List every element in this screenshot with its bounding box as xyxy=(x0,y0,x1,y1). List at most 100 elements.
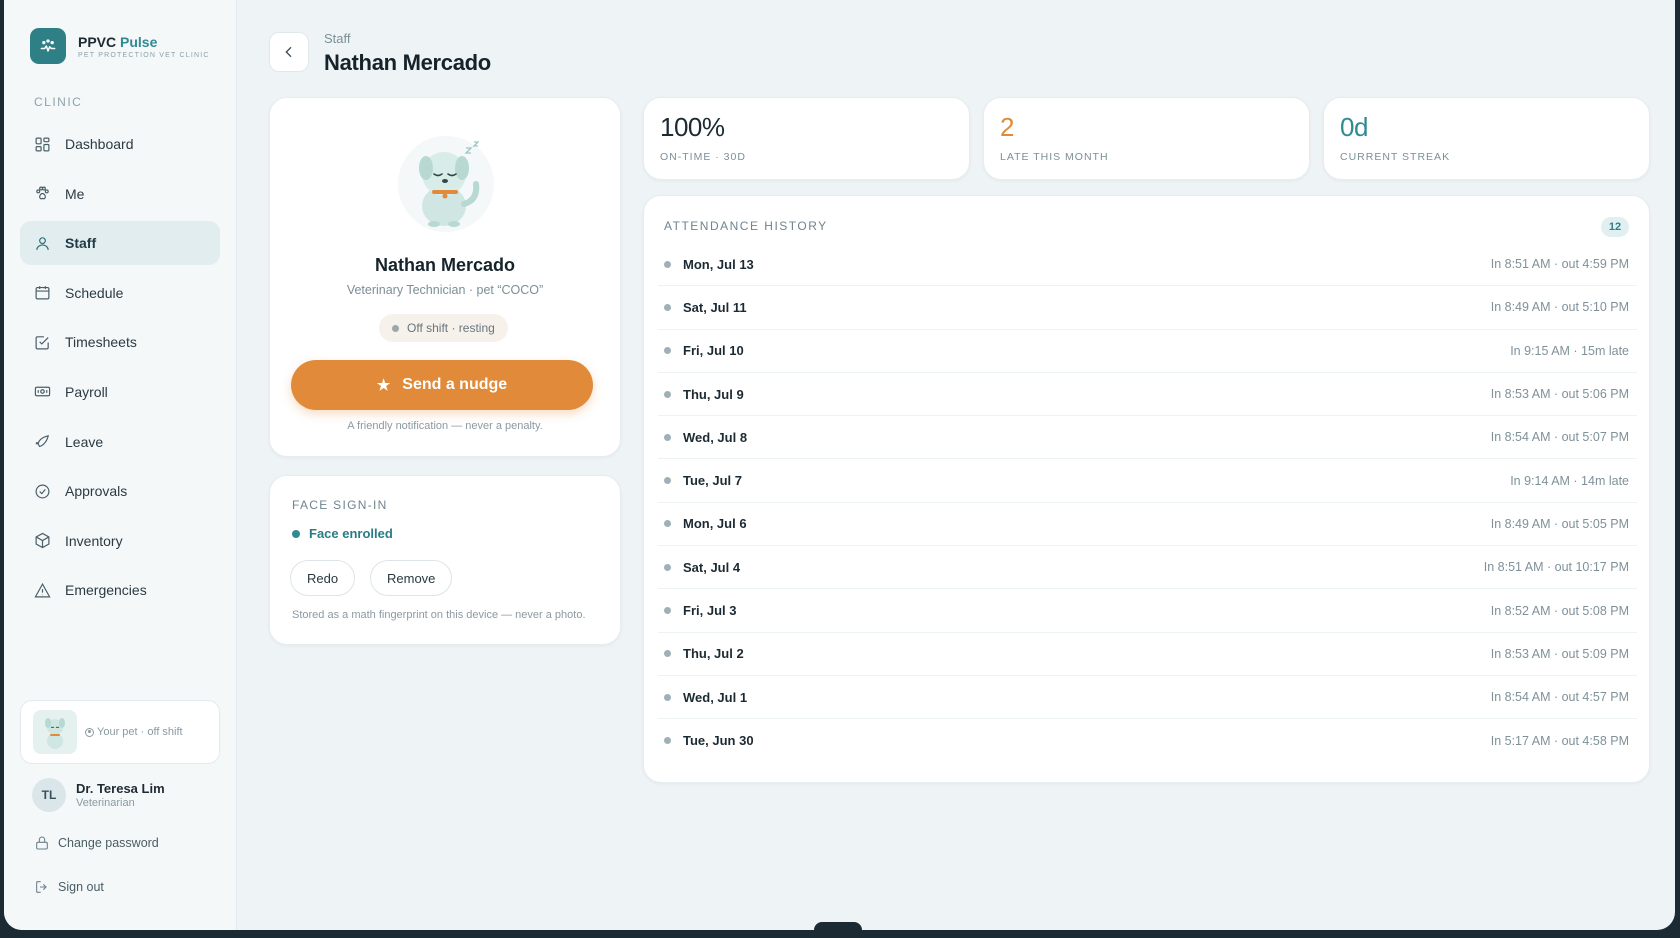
bullet-icon xyxy=(664,477,671,485)
check-circle-icon xyxy=(35,484,50,499)
sidebar-item-label: Dashboard xyxy=(65,136,134,152)
attendance-history-card: ATTENDANCE HISTORY 12 Mon, Jul 13 In 8:51… xyxy=(643,195,1650,783)
attendance-time: In 8:53 AM · out 5:09 PM xyxy=(1490,646,1629,661)
sidebar-item-payroll[interactable]: Payroll xyxy=(20,370,220,414)
redo-button[interactable]: Redo xyxy=(290,560,356,596)
list-item[interactable]: Mon, Jul 13 In 8:51 AM · out 4:59 PM xyxy=(658,243,1637,287)
remove-button[interactable]: Remove xyxy=(370,560,453,596)
sidebar-item-timesheets[interactable]: Timesheets xyxy=(20,320,220,364)
sidebar-item-inventory[interactable]: Inventory xyxy=(20,519,220,563)
list-item[interactable]: Wed, Jul 1 In 8:54 AM · out 4:57 PM xyxy=(658,676,1637,720)
sidebar-item-label: Inventory xyxy=(65,532,123,549)
lock-icon xyxy=(36,836,48,850)
list-item[interactable]: Wed, Jul 8 In 8:54 AM · out 5:07 PM xyxy=(658,416,1637,460)
breadcrumb[interactable]: Staff xyxy=(324,31,351,46)
sidebar-item-leave[interactable]: Leave xyxy=(20,420,220,464)
sidebar-item-me[interactable]: Me xyxy=(20,172,220,216)
list-item[interactable]: Fri, Jul 3 In 8:52 AM · out 5:08 PM xyxy=(658,589,1637,633)
sidebar-item-label: Staff xyxy=(65,235,97,252)
person-icon xyxy=(36,236,49,250)
bullet-icon xyxy=(664,433,671,441)
attendance-time: In 8:52 AM · out 5:08 PM xyxy=(1490,603,1629,618)
page-title: Nathan Mercado xyxy=(324,50,491,75)
sidebar-item-dashboard[interactable]: Dashboard xyxy=(20,122,220,166)
attendance-date: Wed, Jul 8 xyxy=(683,429,748,445)
status-ring-icon xyxy=(85,727,94,737)
attendance-date: Tue, Jun 30 xyxy=(683,733,754,749)
attendance-time: In 5:17 AM · out 4:58 PM xyxy=(1490,733,1629,748)
sidebar-nav: Dashboard Me Staff Schedule Timesheets P… xyxy=(20,122,220,618)
stat-card-late: 2 LATE THIS MONTH xyxy=(983,97,1310,180)
bullet-icon xyxy=(664,303,671,311)
home-indicator xyxy=(814,922,862,938)
sidebar-item-label: Me xyxy=(65,185,85,202)
list-item[interactable]: Thu, Jul 2 In 8:53 AM · out 5:09 PM xyxy=(658,633,1637,676)
bullet-icon xyxy=(664,607,671,615)
grid-icon xyxy=(35,137,50,151)
stat-card-streak: 0d CURRENT STREAK xyxy=(1323,97,1650,180)
attendance-date: Mon, Jul 6 xyxy=(683,516,747,532)
brand-name: PPVC Pulse xyxy=(78,33,158,50)
sidebar-item-label: Payroll xyxy=(65,383,108,400)
profile-card: Nathan Mercado Veterinary Technician · p… xyxy=(269,97,621,457)
attendance-date: Sat, Jul 11 xyxy=(683,299,747,315)
bullet-icon xyxy=(664,650,671,658)
paw-logo-icon xyxy=(30,28,66,64)
sidebar: PPVC Pulse PET PROTECTION VET CLINIC CLI… xyxy=(4,0,237,930)
avatar: TL xyxy=(32,778,66,812)
star-icon: ★ xyxy=(376,377,391,394)
stat-value: 2 xyxy=(1000,112,1014,142)
sidebar-item-label: Schedule xyxy=(65,284,124,301)
sleeping-dog-icon xyxy=(398,136,494,232)
list-item[interactable]: Tue, Jul 7 In 9:14 AM · 14m late xyxy=(658,459,1637,503)
count-badge: 12 xyxy=(1601,217,1629,237)
nudge-note: A friendly notification — never a penalt… xyxy=(347,420,543,432)
stat-label: LATE THIS MONTH xyxy=(1000,151,1109,163)
sidebar-item-schedule[interactable]: Schedule xyxy=(20,271,220,315)
sidebar-item-emergencies[interactable]: Emergencies xyxy=(20,568,220,612)
sidebar-item-staff[interactable]: Staff xyxy=(20,221,220,266)
list-item[interactable]: Tue, Jun 30 In 5:17 AM · out 4:58 PM xyxy=(658,719,1637,762)
send-nudge-button[interactable]: ★ Send a nudge xyxy=(291,360,593,410)
list-item[interactable]: Fri, Jul 10 In 9:15 AM · 15m late xyxy=(658,330,1637,373)
leaf-icon xyxy=(35,435,49,448)
attendance-time: In 8:51 AM · out 4:59 PM xyxy=(1490,257,1629,272)
bullet-icon xyxy=(664,737,671,745)
attendance-time: In 8:53 AM · out 5:06 PM xyxy=(1490,387,1629,402)
attendance-time: In 9:15 AM · 15m late xyxy=(1510,343,1629,358)
brand[interactable]: PPVC Pulse PET PROTECTION VET CLINIC xyxy=(30,28,210,64)
stat-label: CURRENT STREAK xyxy=(1340,151,1451,163)
pet-status-card[interactable]: Your pet · off shift xyxy=(20,700,220,764)
user-name: Dr. Teresa Lim xyxy=(76,781,165,796)
back-button[interactable] xyxy=(269,32,309,72)
attendance-date: Tue, Jul 7 xyxy=(683,473,742,489)
sidebar-item-approvals[interactable]: Approvals xyxy=(20,469,220,513)
list-item[interactable]: Sat, Jul 11 In 8:49 AM · out 5:10 PM xyxy=(658,286,1637,330)
attendance-time: In 8:49 AM · out 5:05 PM xyxy=(1490,516,1629,531)
current-user[interactable]: TL Dr. Teresa Lim Veterinarian xyxy=(32,778,165,812)
attendance-time: In 8:51 AM · out 10:17 PM xyxy=(1483,560,1629,575)
warning-icon xyxy=(34,582,51,598)
face-note: Stored as a math fingerprint on this dev… xyxy=(292,609,586,621)
face-sign-in-title: FACE SIGN-IN xyxy=(292,498,388,512)
attendance-date: Wed, Jul 1 xyxy=(683,689,748,705)
stat-value: 100% xyxy=(660,112,725,142)
nav-section-label: CLINIC xyxy=(34,95,83,109)
sidebar-item-label: Approvals xyxy=(65,483,128,500)
sign-out-link[interactable]: Sign out xyxy=(34,879,104,895)
bullet-icon xyxy=(664,563,671,571)
stat-value: 0d xyxy=(1340,112,1368,142)
attendance-time: In 8:49 AM · out 5:10 PM xyxy=(1490,300,1629,315)
list-item[interactable]: Thu, Jul 9 In 8:53 AM · out 5:06 PM xyxy=(658,373,1637,417)
sidebar-item-label: Emergencies xyxy=(65,582,147,599)
change-password-link[interactable]: Change password xyxy=(34,835,159,851)
bullet-icon xyxy=(664,347,671,355)
list-item[interactable]: Mon, Jul 6 In 8:49 AM · out 5:05 PM xyxy=(658,503,1637,547)
chevron-left-icon xyxy=(285,46,292,58)
staff-role: Veterinary Technician · pet “COCO” xyxy=(346,283,544,297)
attendance-history-title: ATTENDANCE HISTORY xyxy=(664,219,828,233)
attendance-date: Fri, Jul 3 xyxy=(683,603,737,619)
list-item[interactable]: Sat, Jul 4 In 8:51 AM · out 10:17 PM xyxy=(658,546,1637,590)
attendance-date: Sat, Jul 4 xyxy=(683,559,741,575)
stat-card-on-time: 100% ON-TIME · 30D xyxy=(643,97,970,180)
